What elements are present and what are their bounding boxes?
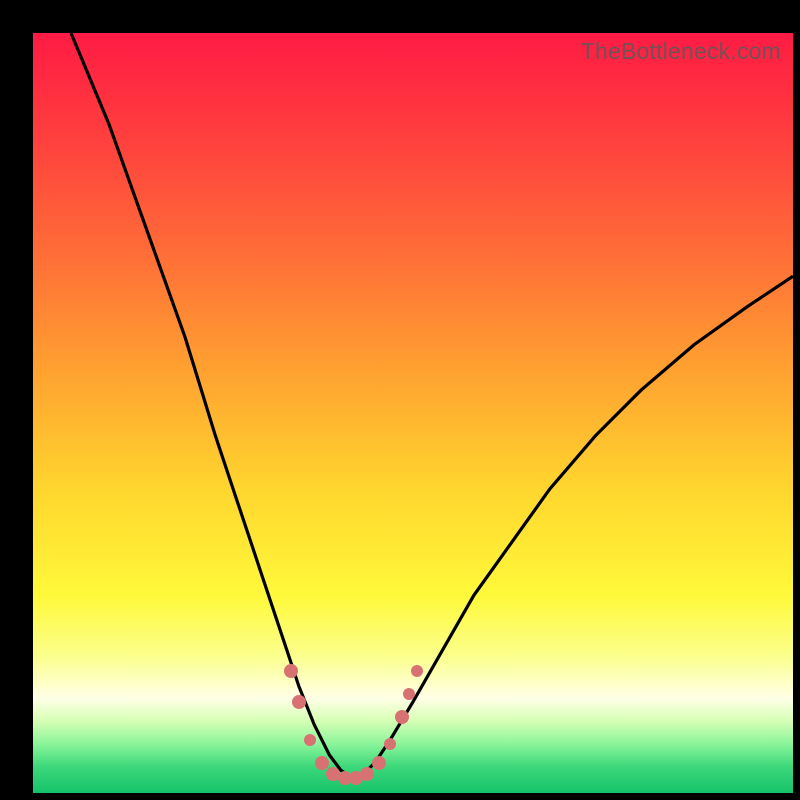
data-marker: [315, 756, 329, 770]
data-marker: [411, 665, 423, 677]
data-marker: [372, 756, 386, 770]
data-marker: [403, 688, 415, 700]
data-marker: [360, 767, 374, 781]
data-marker: [384, 738, 396, 750]
curve-layer: [33, 33, 793, 793]
plot-area: TheBottleneck.com: [33, 33, 793, 793]
chart-frame: TheBottleneck.com: [0, 0, 800, 800]
bottleneck-curve: [71, 33, 793, 778]
data-marker: [304, 734, 316, 746]
data-marker: [292, 695, 306, 709]
data-marker: [395, 710, 409, 724]
data-marker: [284, 664, 298, 678]
